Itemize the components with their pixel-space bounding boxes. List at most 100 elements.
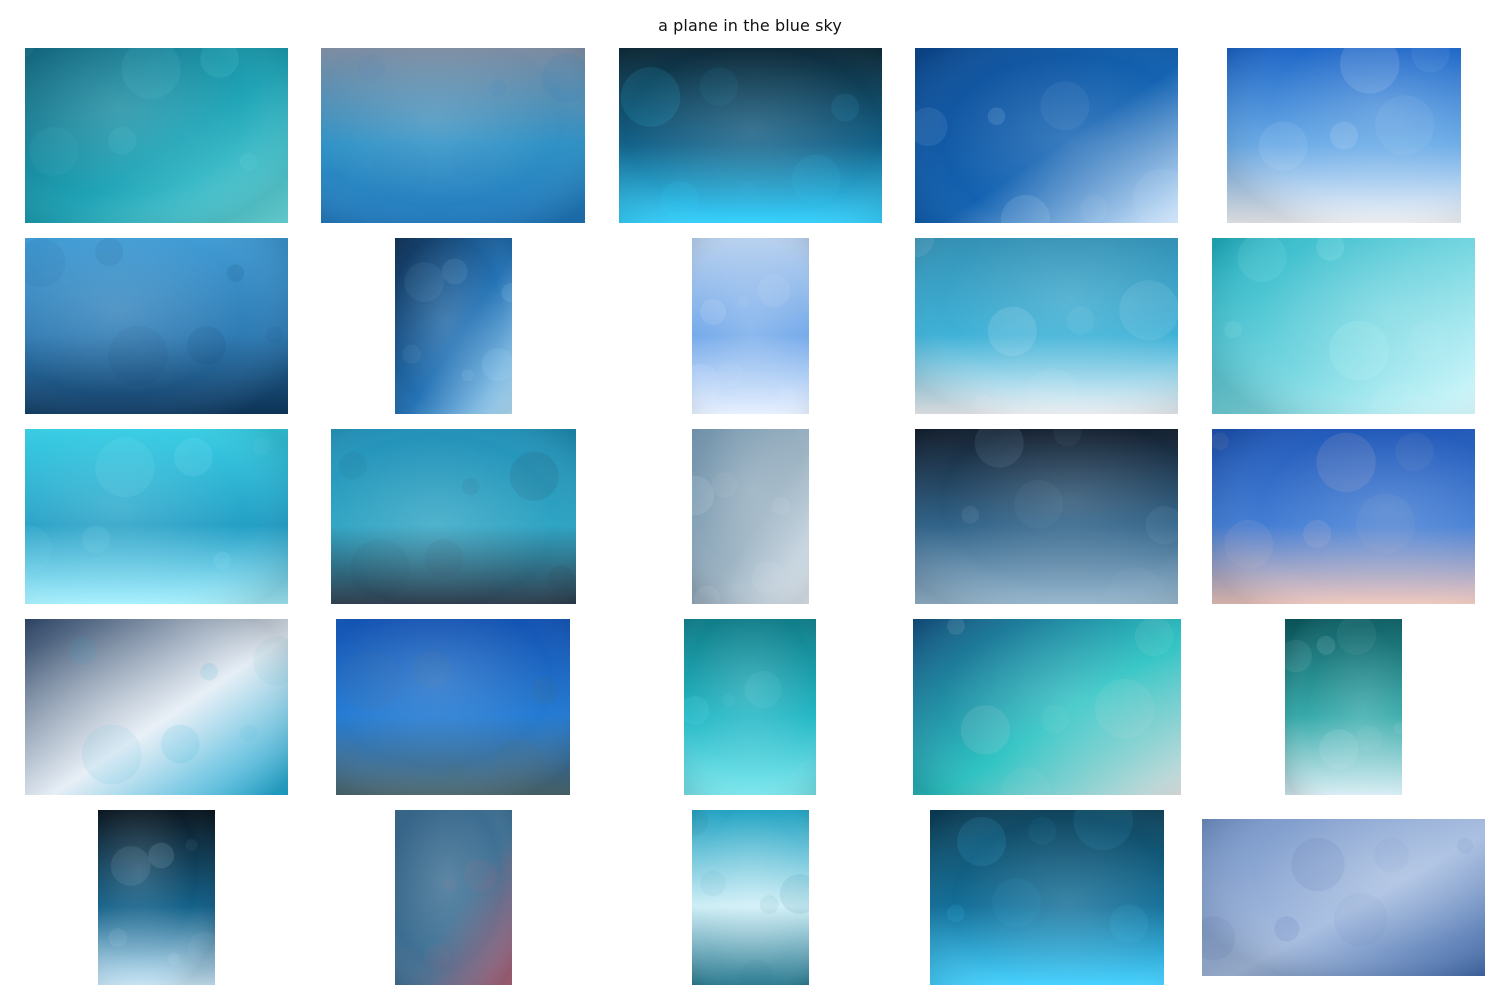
image-tile-1 xyxy=(25,48,288,223)
photo-vignette xyxy=(336,619,570,795)
image-6 xyxy=(25,238,288,414)
photo-vignette xyxy=(321,48,585,223)
photo-vignette xyxy=(619,48,882,223)
image-13 xyxy=(692,429,809,604)
photo-svg xyxy=(619,48,882,223)
image-9 xyxy=(915,238,1178,414)
photo-svg xyxy=(395,810,512,985)
image-12 xyxy=(331,429,576,604)
photo-svg xyxy=(25,429,288,604)
image-tile-11 xyxy=(25,429,288,604)
image-tile-8 xyxy=(692,238,809,414)
photo-svg xyxy=(1202,819,1485,976)
photo-vignette xyxy=(1212,429,1475,604)
image-tile-7 xyxy=(395,238,512,414)
image-17 xyxy=(336,619,570,795)
photo-vignette xyxy=(395,810,512,985)
photo-vignette xyxy=(913,619,1181,795)
photo-svg xyxy=(915,429,1178,604)
image-tile-16 xyxy=(25,619,288,795)
photo-vignette xyxy=(692,238,809,414)
photo-vignette xyxy=(692,810,809,985)
photo-svg xyxy=(25,48,288,223)
image-tile-17 xyxy=(336,619,570,795)
image-15 xyxy=(1212,429,1475,604)
image-5 xyxy=(1227,48,1461,223)
photo-vignette xyxy=(915,238,1178,414)
photo-vignette xyxy=(692,429,809,604)
photo-svg xyxy=(395,238,512,414)
photo-svg xyxy=(684,619,816,795)
photo-svg xyxy=(915,238,1178,414)
photo-svg xyxy=(692,238,809,414)
photo-vignette xyxy=(1212,238,1475,414)
photo-vignette xyxy=(98,810,215,985)
photo-svg xyxy=(913,619,1181,795)
photo-svg xyxy=(915,48,1178,223)
photo-svg xyxy=(98,810,215,985)
photo-vignette xyxy=(684,619,816,795)
photo-svg xyxy=(930,810,1164,985)
image-19 xyxy=(913,619,1181,795)
image-tile-22 xyxy=(395,810,512,985)
image-tile-20 xyxy=(1285,619,1402,795)
image-10 xyxy=(1212,238,1475,414)
image-tile-14 xyxy=(915,429,1178,604)
image-tile-21 xyxy=(98,810,215,985)
photo-svg xyxy=(336,619,570,795)
photo-svg xyxy=(331,429,576,604)
image-tile-18 xyxy=(684,619,816,795)
photo-svg xyxy=(692,429,809,604)
photo-svg xyxy=(1227,48,1461,223)
image-tile-6 xyxy=(25,238,288,414)
photo-svg xyxy=(25,619,288,795)
image-24 xyxy=(930,810,1164,985)
image-tile-23 xyxy=(692,810,809,985)
image-2 xyxy=(321,48,585,223)
image-tile-12 xyxy=(331,429,576,604)
image-18 xyxy=(684,619,816,795)
photo-svg xyxy=(1212,429,1475,604)
image-23 xyxy=(692,810,809,985)
image-3 xyxy=(619,48,882,223)
photo-svg xyxy=(692,810,809,985)
photo-vignette xyxy=(25,619,288,795)
image-7 xyxy=(395,238,512,414)
photo-vignette xyxy=(1227,48,1461,223)
image-tile-3 xyxy=(619,48,882,223)
photo-vignette xyxy=(930,810,1164,985)
photo-svg xyxy=(1212,238,1475,414)
photo-vignette xyxy=(25,238,288,414)
photo-svg xyxy=(321,48,585,223)
image-20 xyxy=(1285,619,1402,795)
image-tile-9 xyxy=(915,238,1178,414)
photo-vignette xyxy=(1202,819,1485,976)
image-tile-10 xyxy=(1212,238,1475,414)
photo-vignette xyxy=(1285,619,1402,795)
image-14 xyxy=(915,429,1178,604)
image-4 xyxy=(915,48,1178,223)
photo-vignette xyxy=(395,238,512,414)
image-tile-19 xyxy=(913,619,1181,795)
photo-vignette xyxy=(331,429,576,604)
image-tile-4 xyxy=(915,48,1178,223)
photo-vignette xyxy=(25,48,288,223)
photo-svg xyxy=(1285,619,1402,795)
image-tile-2 xyxy=(321,48,585,223)
image-tile-15 xyxy=(1212,429,1475,604)
image-tile-25 xyxy=(1202,819,1485,976)
image-tile-24 xyxy=(930,810,1164,985)
photo-vignette xyxy=(25,429,288,604)
image-tile-13 xyxy=(692,429,809,604)
image-25 xyxy=(1202,819,1485,976)
image-11 xyxy=(25,429,288,604)
image-22 xyxy=(395,810,512,985)
image-tile-5 xyxy=(1227,48,1461,223)
photo-vignette xyxy=(915,48,1178,223)
image-grid xyxy=(0,0,1500,1000)
image-8 xyxy=(692,238,809,414)
image-21 xyxy=(98,810,215,985)
image-1 xyxy=(25,48,288,223)
image-16 xyxy=(25,619,288,795)
photo-svg xyxy=(25,238,288,414)
